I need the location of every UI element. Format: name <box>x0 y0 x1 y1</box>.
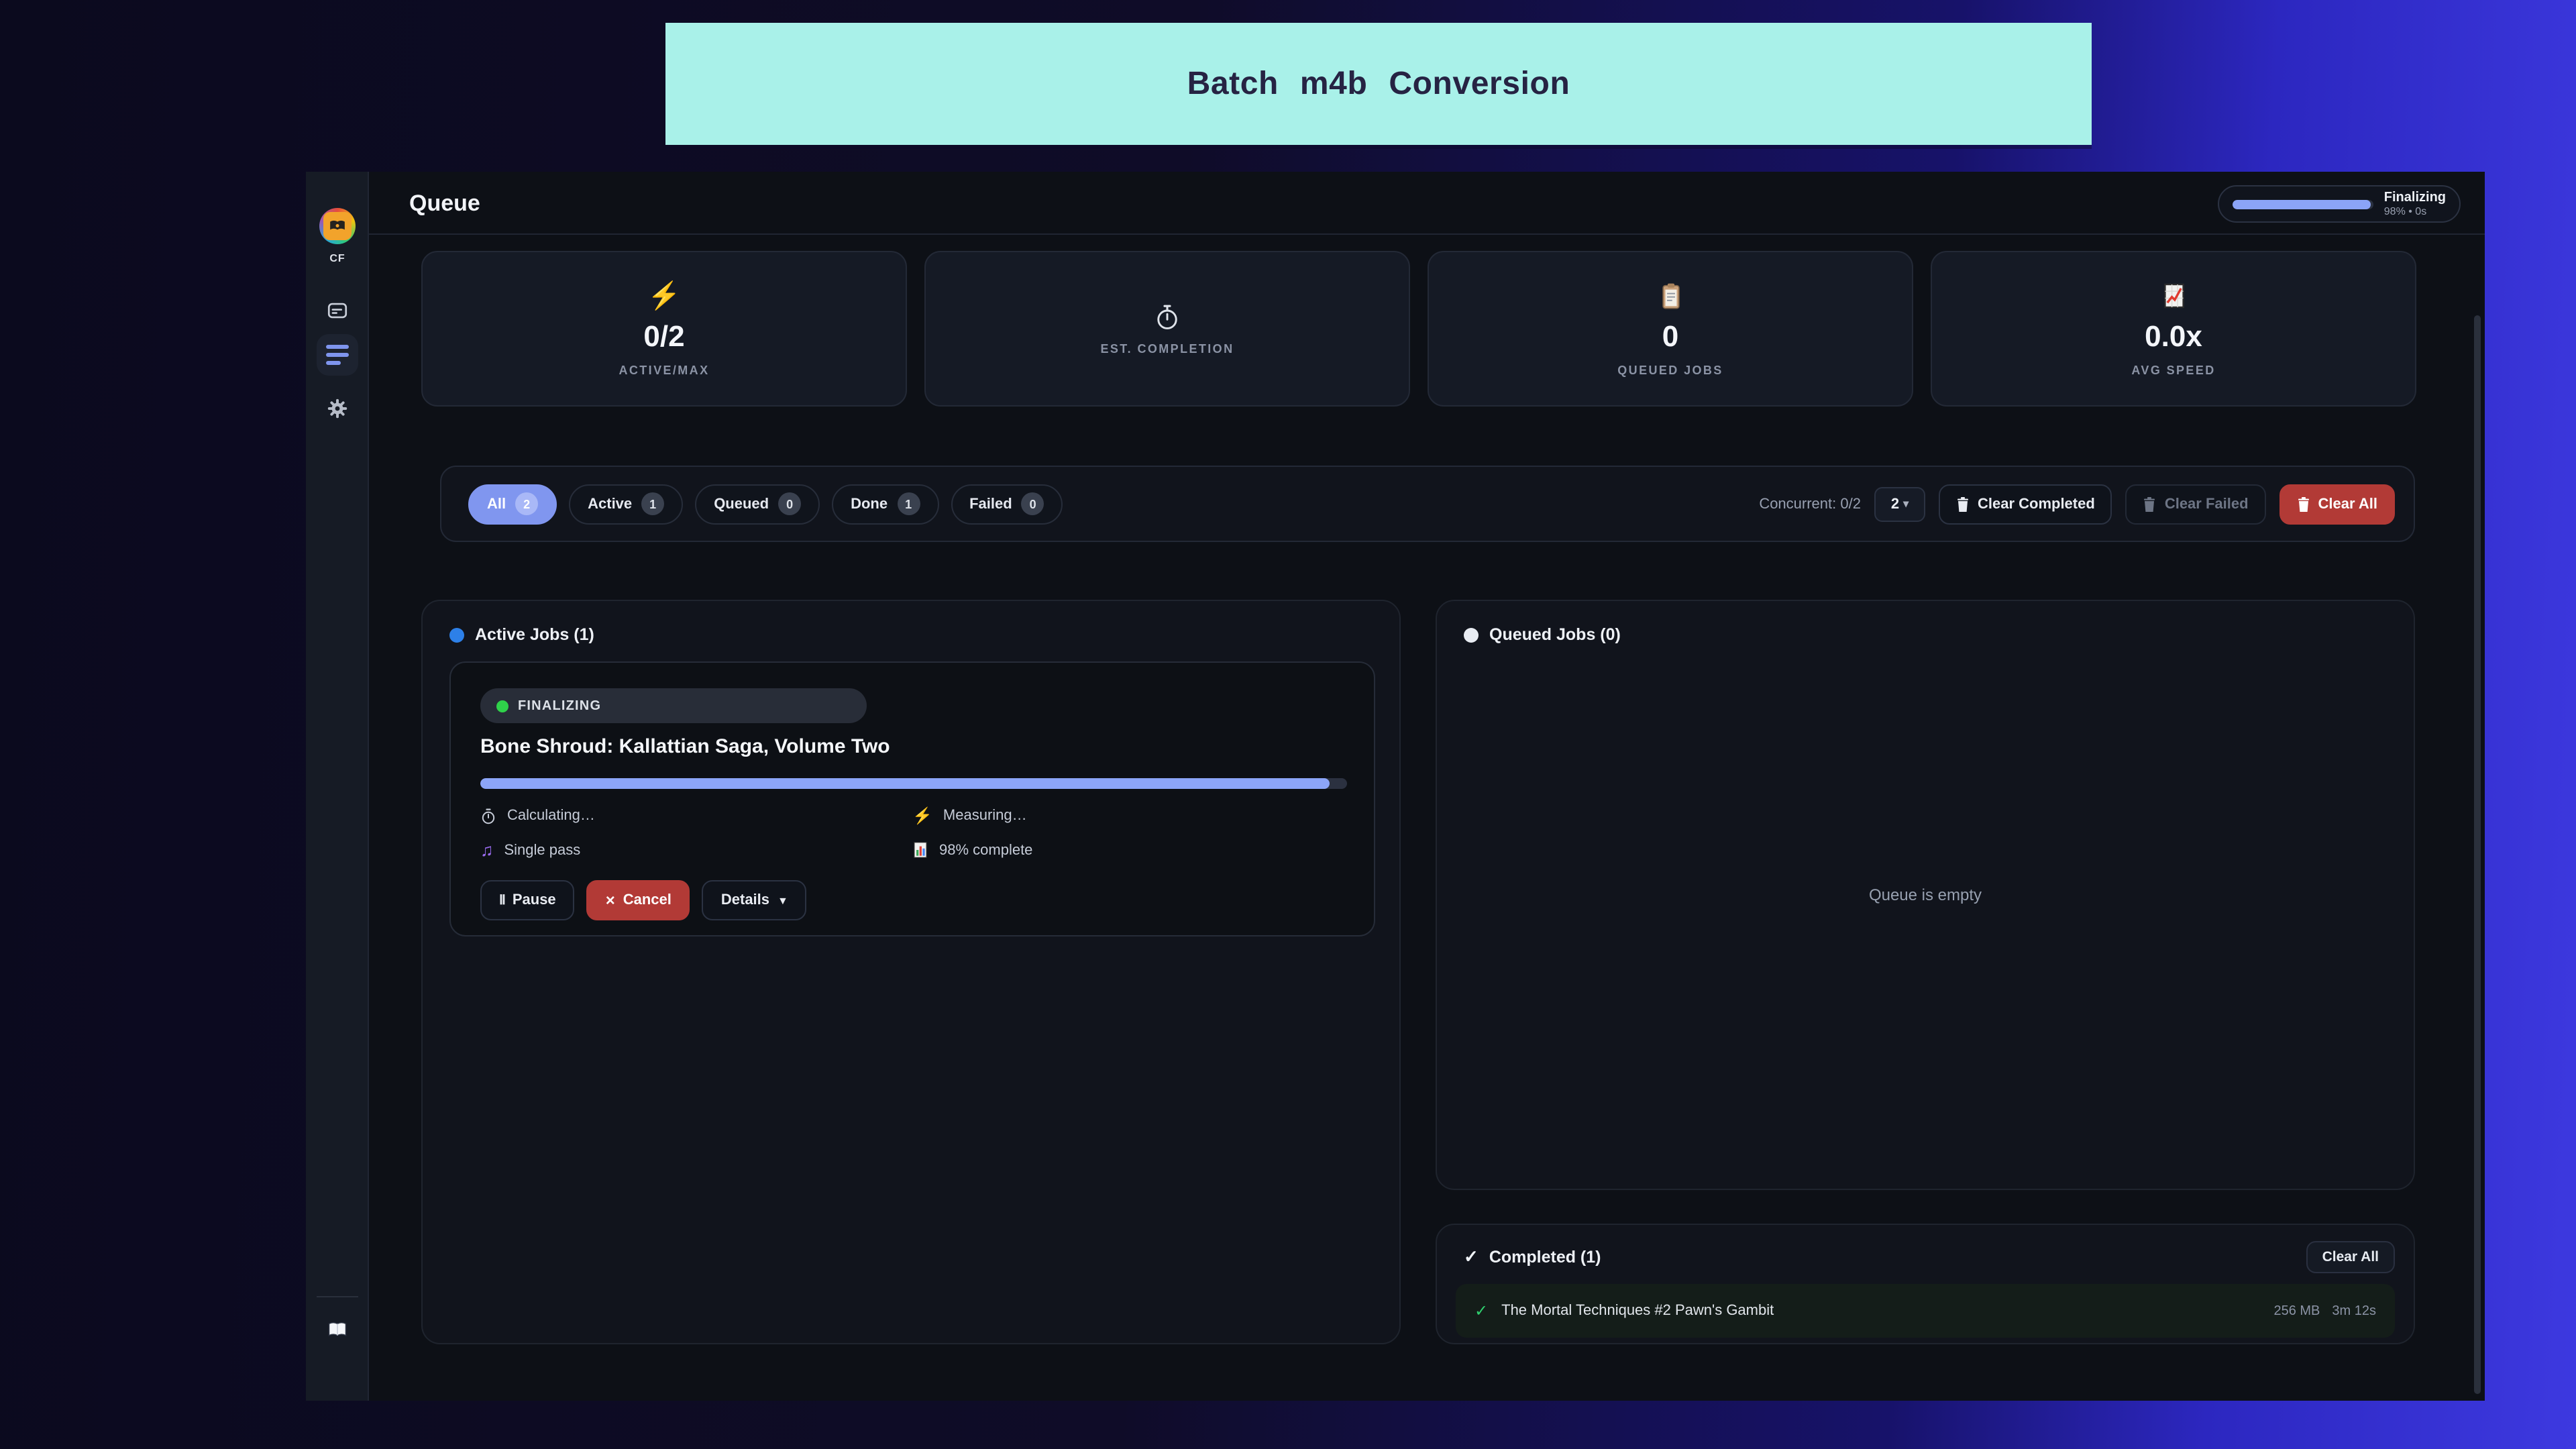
chevron-down-icon: ▼ <box>777 894 788 906</box>
sidebar-item-settings[interactable] <box>306 397 369 420</box>
progress-stage-label: Finalizing <box>2384 190 2446 205</box>
app-window: CF <box>306 172 2485 1401</box>
tab-failed[interactable]: Failed 0 <box>951 484 1063 524</box>
active-status-dot <box>449 627 464 642</box>
bar-chart-icon <box>912 841 928 859</box>
global-progress-fill <box>2233 199 2371 209</box>
queue-empty-message: Queue is empty <box>1437 885 2414 904</box>
count-badge: 2 <box>515 492 538 515</box>
sidebar-item-docs[interactable] <box>306 1320 369 1339</box>
filter-tabs: All 2 Active 1 Queued 0 Done 1 Failed <box>468 484 1063 524</box>
pause-icon: Ⅱ <box>499 893 504 908</box>
stat-label: ACTIVE/MAX <box>619 364 709 377</box>
active-jobs-panel: Active Jobs (1) FINALIZING Bone Shroud: … <box>421 600 1401 1344</box>
completed-item-row[interactable]: ✓ The Mortal Techniques #2 Pawn's Gambit… <box>1456 1284 2395 1338</box>
chart-increasing-icon <box>2162 280 2185 310</box>
stat-card-active-max: ⚡ 0/2 ACTIVE/MAX <box>421 251 907 407</box>
brand-label: CF <box>306 252 369 264</box>
queued-status-dot <box>1464 627 1479 642</box>
queued-panel-title: Queued Jobs (0) <box>1489 625 1621 644</box>
open-book-eye-glyph <box>329 217 346 235</box>
count-badge: 0 <box>778 492 801 515</box>
sidebar: CF <box>306 172 369 1401</box>
stat-card-avg-speed: 0.0x AVG SPEED <box>1931 251 2416 407</box>
job-progress-track <box>480 778 1347 789</box>
tab-all[interactable]: All 2 <box>468 484 557 524</box>
completed-clear-all-button[interactable]: Clear All <box>2306 1241 2395 1273</box>
lightning-icon: ⚡ <box>912 806 932 825</box>
queue-list-icon <box>326 345 349 349</box>
vertical-scrollbar[interactable] <box>2474 315 2481 1394</box>
tab-done[interactable]: Done 1 <box>832 484 938 524</box>
progress-detail-label: 98% • 0s <box>2384 205 2446 217</box>
clear-all-button[interactable]: Clear All <box>2279 484 2395 524</box>
concurrent-select[interactable]: 2 ▾ <box>1874 486 1925 521</box>
trash-icon <box>2143 496 2157 512</box>
music-notes-icon: ♫ <box>480 840 494 860</box>
clipboard-icon <box>1659 280 1682 310</box>
title-banner: Batch m4b Conversion <box>665 23 2092 145</box>
open-book-icon <box>327 1320 347 1339</box>
app-logo-core <box>323 212 352 240</box>
completed-item-duration: 3m 12s <box>2332 1303 2376 1318</box>
tab-active[interactable]: Active 1 <box>569 484 683 524</box>
sidebar-divider <box>317 1296 358 1297</box>
active-panel-title: Active Jobs (1) <box>475 625 594 644</box>
job-status-label: FINALIZING <box>518 698 601 713</box>
global-progress-track <box>2233 199 2373 209</box>
stat-value: 0.0x <box>2145 319 2202 354</box>
global-progress-widget: Finalizing 98% • 0s <box>2218 185 2461 223</box>
count-badge: 0 <box>1022 492 1044 515</box>
page-title: Batch m4b Conversion <box>1187 65 1570 103</box>
job-detail-percent: 98% complete <box>912 840 1344 860</box>
clear-failed-button[interactable]: Clear Failed <box>2126 484 2266 524</box>
sidebar-item-library[interactable] <box>306 299 369 322</box>
job-detail-pass: ♫ Single pass <box>480 840 912 860</box>
job-detail-eta: Calculating… <box>480 806 912 825</box>
trash-icon <box>1956 496 1970 512</box>
completed-panel-title: Completed (1) <box>1489 1248 1601 1267</box>
page-heading: Queue <box>409 191 480 217</box>
completed-panel: ✓ Completed (1) Clear All ✓ The Mortal T… <box>1436 1224 2415 1344</box>
completed-item-size: 256 MB <box>2273 1303 2320 1318</box>
stat-value: 0 <box>1662 319 1679 354</box>
window-header: Queue Finalizing 98% • 0s <box>369 172 2485 235</box>
pause-button[interactable]: Ⅱ Pause <box>480 880 575 920</box>
stat-label: AVG SPEED <box>2131 364 2215 377</box>
cancel-button[interactable]: × Cancel <box>587 880 690 920</box>
stat-value: 0/2 <box>643 319 684 354</box>
queued-jobs-panel: Queued Jobs (0) Queue is empty <box>1436 600 2415 1190</box>
status-dot-icon <box>496 700 508 712</box>
lightning-icon: ⚡ <box>647 278 681 312</box>
gear-icon <box>326 397 349 420</box>
count-badge: 1 <box>897 492 920 515</box>
job-title: Bone Shroud: Kallattian Saga, Volume Two <box>480 735 1344 758</box>
screen: Batch m4b Conversion CF <box>0 0 2576 1449</box>
card-text-icon <box>326 299 349 322</box>
sidebar-item-queue[interactable] <box>317 334 358 376</box>
tab-queued[interactable]: Queued 0 <box>695 484 820 524</box>
concurrent-label: Concurrent: 0/2 <box>1759 496 1861 512</box>
job-card: FINALIZING Bone Shroud: Kallattian Saga,… <box>449 661 1375 936</box>
app-logo-icon[interactable] <box>319 208 356 244</box>
job-detail-speed: ⚡ Measuring… <box>912 806 1344 825</box>
check-icon: ✓ <box>1464 1246 1479 1268</box>
job-progress-fill <box>480 778 1330 789</box>
clear-completed-button[interactable]: Clear Completed <box>1939 484 2112 524</box>
stat-card-queued-jobs: 0 QUEUED JOBS <box>1428 251 1913 407</box>
trash-icon <box>2297 496 2310 512</box>
count-badge: 1 <box>641 492 664 515</box>
check-icon: ✓ <box>1474 1301 1488 1320</box>
timer-icon <box>480 807 496 824</box>
stat-label: EST. COMPLETION <box>1100 341 1234 355</box>
close-icon: × <box>606 891 615 910</box>
stat-label: QUEUED JOBS <box>1617 364 1723 377</box>
filter-bar: All 2 Active 1 Queued 0 Done 1 Failed <box>440 466 2415 542</box>
job-status-badge: FINALIZING <box>480 688 867 723</box>
chevron-down-icon: ▾ <box>1903 498 1909 510</box>
stopwatch-icon <box>1154 303 1181 332</box>
stat-card-est-completion: EST. COMPLETION <box>924 251 1410 407</box>
completed-item-title: The Mortal Techniques #2 Pawn's Gambit <box>1501 1303 1774 1319</box>
details-button[interactable]: Details ▼ <box>702 880 807 920</box>
